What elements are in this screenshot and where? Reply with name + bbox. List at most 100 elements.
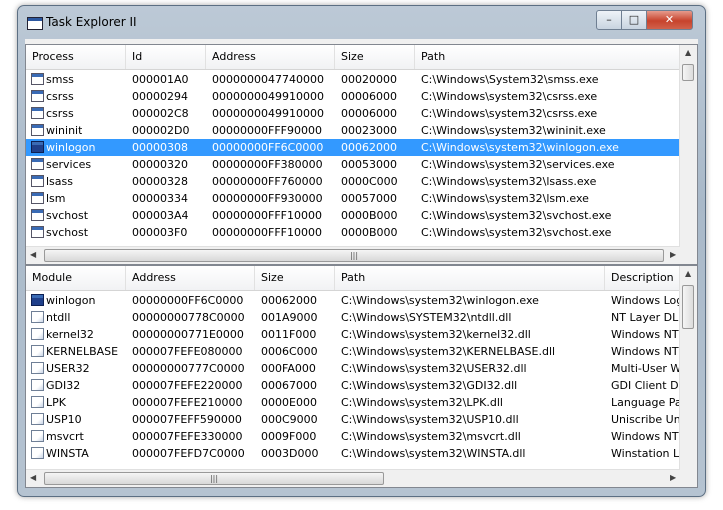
module-description-cell: Windows NT xyxy=(611,328,679,341)
dll-icon xyxy=(31,379,44,391)
process-list[interactable]: Process Id Address Size Path smss 000001A… xyxy=(25,44,698,265)
column-header-size[interactable]: Size xyxy=(335,45,415,69)
scroll-up-icon[interactable]: ▲ xyxy=(685,269,691,278)
close-button[interactable]: ✕ xyxy=(646,10,693,30)
module-size-cell: 0009F000 xyxy=(261,430,317,443)
module-size-cell: 0003D000 xyxy=(261,447,319,460)
module-name-cell: winlogon xyxy=(46,294,96,307)
process-name-cell: csrss xyxy=(46,107,74,120)
module-description-cell: GDI Client DL xyxy=(611,379,682,392)
column-header-module-path[interactable]: Path xyxy=(335,266,605,290)
module-list-horizontal-thumb[interactable]: ||| xyxy=(44,472,384,485)
module-address-cell: 000007FEFE210000 xyxy=(132,396,243,409)
module-description-cell: NT Layer DLL xyxy=(611,311,682,324)
process-list-vertical-thumb[interactable] xyxy=(682,64,694,81)
scroll-corner xyxy=(680,470,697,487)
module-row[interactable]: USP10 000007FEFF590000 000C9000 C:\Windows\… xyxy=(26,411,682,428)
module-size-cell: 00067000 xyxy=(261,379,317,392)
module-list[interactable]: Module Address Size Path Description win… xyxy=(25,265,698,488)
process-name-cell: svchost xyxy=(46,226,89,239)
process-size-cell: 00057000 xyxy=(341,192,397,205)
process-id-cell: 00000294 xyxy=(132,90,188,103)
scroll-right-icon[interactable]: ▶ xyxy=(670,250,676,259)
process-row[interactable]: svchost 000003A4 00000000FFF10000 0000B000 C… xyxy=(26,207,680,224)
module-list-vertical-thumb[interactable] xyxy=(682,285,694,329)
process-row[interactable]: smss 000001A0 0000000047740000 00020000 C:\W… xyxy=(26,71,680,88)
process-row[interactable]: wininit 000002D0 00000000FFF90000 00023000 C… xyxy=(26,122,680,139)
process-list-horizontal-thumb[interactable]: ||| xyxy=(44,249,664,262)
module-description-cell: Windows Log xyxy=(611,294,682,307)
column-header-id[interactable]: Id xyxy=(126,45,206,69)
process-address-cell: 0000000049910000 xyxy=(212,90,324,103)
process-row[interactable]: csrss 000002C8 0000000049910000 00006000 C:\… xyxy=(26,105,680,122)
process-id-cell: 000002C8 xyxy=(132,107,189,120)
module-name-cell: ntdll xyxy=(46,311,71,324)
module-address-cell: 00000000777C0000 xyxy=(132,362,245,375)
module-list-horizontal-scrollbar[interactable]: ◀ ||| ▶ xyxy=(26,469,680,487)
process-path-cell: C:\Windows\system32\wininit.exe xyxy=(421,124,606,137)
process-size-cell: 00006000 xyxy=(341,90,397,103)
module-row[interactable]: WINSTA 000007FEFD7C0000 0003D000 C:\Windows… xyxy=(26,445,682,462)
scroll-left-icon[interactable]: ◀ xyxy=(30,473,36,482)
process-row[interactable]: lsass 00000328 00000000FF760000 0000C000 C:\… xyxy=(26,173,680,190)
module-size-cell: 001A9000 xyxy=(261,311,318,324)
process-id-cell: 000001A0 xyxy=(132,73,189,86)
process-path-cell: C:\Windows\system32\services.exe xyxy=(421,158,615,171)
process-name-cell: smss xyxy=(46,73,74,86)
module-size-cell: 0000E000 xyxy=(261,396,317,409)
module-row[interactable]: ntdll 00000000778C0000 001A9000 C:\Windows\… xyxy=(26,309,682,326)
module-description-cell: Windows NT xyxy=(611,345,679,358)
process-list-vertical-scrollbar[interactable]: ▲ xyxy=(679,45,697,247)
module-row[interactable]: USER32 00000000777C0000 000FA000 C:\Windows… xyxy=(26,360,682,377)
scroll-up-icon[interactable]: ▲ xyxy=(685,48,691,57)
process-id-cell: 00000334 xyxy=(132,192,188,205)
winlogon-icon xyxy=(31,294,44,306)
process-address-cell: 00000000FFF10000 xyxy=(212,209,322,222)
column-header-description[interactable]: Description xyxy=(605,266,682,290)
scroll-right-icon[interactable]: ▶ xyxy=(670,473,676,482)
process-size-cell: 00020000 xyxy=(341,73,397,86)
module-path-cell: C:\Windows\system32\msvcrt.dll xyxy=(341,430,521,443)
module-row[interactable]: GDI32 000007FEFE220000 00067000 C:\Windows\… xyxy=(26,377,682,394)
process-list-horizontal-scrollbar[interactable]: ◀ ||| ▶ xyxy=(26,246,680,264)
maximize-button[interactable]: □ xyxy=(621,10,647,30)
process-name-cell: services xyxy=(46,158,92,171)
column-header-process[interactable]: Process xyxy=(26,45,126,69)
app-window-icon xyxy=(31,192,44,204)
process-size-cell: 00062000 xyxy=(341,141,397,154)
module-address-cell: 000007FEFD7C0000 xyxy=(132,447,245,460)
winlogon-icon xyxy=(31,141,44,153)
module-path-cell: C:\Windows\system32\USP10.dll xyxy=(341,413,519,426)
process-address-cell: 00000000FFF90000 xyxy=(212,124,322,137)
module-row[interactable]: kernel32 00000000771E0000 0011F000 C:\Windo… xyxy=(26,326,680,343)
module-description-cell: Winstation Lil xyxy=(611,447,682,460)
process-row[interactable]: services 00000320 00000000FF380000 00053000… xyxy=(26,156,680,173)
process-row[interactable]: csrss 00000294 0000000049910000 00006000 C:\… xyxy=(26,88,680,105)
scroll-left-icon[interactable]: ◀ xyxy=(30,250,36,259)
minimize-button[interactable]: – xyxy=(596,10,622,30)
module-row[interactable]: winlogon 00000000FF6C0000 00062000 C:\Windo… xyxy=(26,292,682,309)
module-path-cell: C:\Windows\SYSTEM32\ntdll.dll xyxy=(341,311,512,324)
process-id-cell: 00000308 xyxy=(132,141,188,154)
module-name-cell: kernel32 xyxy=(46,328,94,341)
process-size-cell: 00053000 xyxy=(341,158,397,171)
column-header-address[interactable]: Address xyxy=(206,45,335,69)
module-row[interactable]: LPK 000007FEFE210000 0000E000 C:\Windows\sy… xyxy=(26,394,682,411)
column-header-module-address[interactable]: Address xyxy=(126,266,255,290)
module-row[interactable]: KERNELBASE 000007FEFE080000 0006C000 C:\Win… xyxy=(26,343,680,360)
app-window-icon xyxy=(31,226,44,238)
column-header-module[interactable]: Module xyxy=(26,266,126,290)
column-header-module-size[interactable]: Size xyxy=(255,266,335,290)
client-area: Process Id Address Size Path smss 000001A… xyxy=(25,39,698,488)
column-header-path[interactable]: Path xyxy=(415,45,682,69)
title-bar[interactable]: Task Explorer II – □ ✕ xyxy=(18,6,705,40)
process-row[interactable]: winlogon 00000308 00000000FF6C0000 00062000… xyxy=(26,139,680,156)
module-name-cell: GDI32 xyxy=(46,379,81,392)
process-path-cell: C:\Windows\system32\csrss.exe xyxy=(421,107,598,120)
module-row[interactable]: msvcrt 000007FEFE330000 0009F000 C:\Windows… xyxy=(26,428,680,445)
process-name-cell: lsass xyxy=(46,175,73,188)
process-row[interactable]: svchost 000003F0 00000000FFF10000 0000B000 C… xyxy=(26,224,680,241)
dll-icon xyxy=(31,328,44,340)
module-list-vertical-scrollbar[interactable]: ▲ xyxy=(679,266,697,470)
process-row[interactable]: lsm 00000334 00000000FF930000 00057000 C:\Wi… xyxy=(26,190,680,207)
